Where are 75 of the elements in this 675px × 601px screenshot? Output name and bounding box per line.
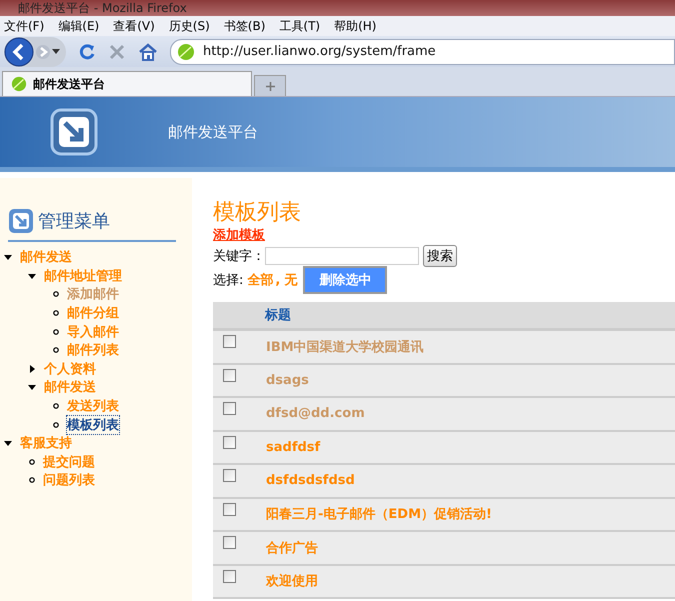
select-all-link[interactable]: 全部	[247, 271, 274, 289]
menu-link[interactable]: 提交问题	[43, 452, 95, 471]
expanded-triangle-icon[interactable]	[4, 439, 12, 448]
template-title-link[interactable]: dfsd@dd.com	[266, 406, 365, 422]
new-tab-button[interactable]	[254, 75, 286, 96]
menu-item[interactable]: 编辑(E)	[58, 18, 100, 34]
collapsed-triangle-icon[interactable]	[28, 364, 36, 373]
bullet-icon	[29, 458, 35, 465]
banner-title: 邮件发送平台	[168, 122, 258, 142]
menu-link[interactable]: 导入邮件	[67, 322, 119, 341]
arrow-square-icon	[50, 108, 98, 156]
menu-link[interactable]: 邮件列表	[67, 341, 119, 360]
row-checkbox[interactable]	[223, 469, 236, 482]
row-checkbox[interactable]	[223, 570, 236, 583]
row-checkbox[interactable]	[223, 368, 236, 382]
row-checkbox[interactable]	[223, 335, 236, 348]
plus-icon[interactable]	[266, 82, 274, 90]
lime-icon	[177, 42, 195, 60]
row-checkbox[interactable]	[223, 402, 236, 416]
lime-icon	[11, 76, 27, 92]
bullet-icon	[53, 403, 59, 410]
keyword-input[interactable]	[265, 247, 419, 265]
expanded-triangle-icon[interactable]	[28, 272, 36, 280]
menu-link[interactable]: 邮件地址管理	[44, 266, 122, 285]
sidebar-title: 管理菜单	[38, 210, 110, 233]
browser-tab[interactable]: 邮件发送平台	[2, 71, 252, 96]
bullet-icon	[29, 477, 35, 484]
search-button[interactable]: 搜索	[423, 245, 457, 267]
back-forward-control[interactable]	[4, 36, 66, 66]
expanded-triangle-icon[interactable]	[28, 383, 36, 392]
menu-link[interactable]: 客服支持	[20, 434, 72, 452]
select-label: 选择:	[213, 272, 244, 289]
menu-link[interactable]: 个人资料	[44, 360, 96, 378]
template-title-link[interactable]: 欢迎使用	[266, 572, 318, 590]
bullet-icon	[53, 328, 59, 335]
menu-item[interactable]: 书签(B)	[224, 18, 266, 34]
expanded-triangle-icon[interactable]	[4, 253, 12, 262]
menu-link[interactable]: 模板列表	[67, 416, 119, 434]
page-title: 模板列表	[213, 200, 302, 226]
menu-link[interactable]: 邮件发送	[44, 378, 96, 396]
menu-link[interactable]: 添加邮件	[67, 285, 119, 304]
keyword-label: 关键字：	[213, 248, 265, 265]
row-checkbox[interactable]	[223, 536, 236, 550]
menu-item[interactable]: 帮助(H)	[334, 18, 376, 34]
template-title-link[interactable]: dsags	[266, 372, 309, 388]
menu-link[interactable]: 问题列表	[43, 471, 95, 490]
bullet-icon	[53, 347, 59, 354]
template-title-link[interactable]: 合作广告	[266, 538, 318, 557]
address-field[interactable]: http://user.lianwo.org/system/frame	[170, 38, 675, 64]
menu-link[interactable]: 邮件分组	[67, 304, 119, 322]
bullet-icon	[53, 310, 59, 316]
dropdown-caret-icon[interactable]	[52, 48, 60, 54]
row-checkbox[interactable]	[223, 436, 236, 449]
row-checkbox[interactable]	[223, 502, 236, 516]
menu-item[interactable]: 查看(V)	[113, 18, 155, 34]
menu-item[interactable]: 历史(S)	[168, 18, 210, 34]
menu-link[interactable]: 发送列表	[67, 397, 119, 416]
window-title: 邮件发送平台 - Mozilla Firefox	[0, 0, 675, 16]
template-title-link[interactable]: IBM中国渠道大学校园通讯	[266, 338, 424, 356]
home-icon[interactable]	[138, 42, 158, 60]
bullet-icon	[53, 291, 59, 298]
template-title-link[interactable]: 阳春三月-电子邮件（EDM）促销活动!	[266, 505, 492, 524]
reload-icon[interactable]	[78, 42, 96, 60]
template-title-link[interactable]: dsfdsdsfdsd	[266, 473, 355, 488]
arrow-square-icon	[8, 208, 34, 234]
menu-item[interactable]: 工具(T)	[279, 18, 320, 34]
delete-selected-button[interactable]: 删除选中	[303, 266, 388, 294]
add-template-link[interactable]: 添加模板	[213, 228, 265, 243]
bullet-icon	[53, 422, 59, 428]
separator: ,	[275, 272, 280, 288]
menu-item[interactable]: 文件(F)	[4, 18, 44, 34]
select-none-link[interactable]: 无	[284, 271, 298, 289]
menu-link[interactable]: 邮件发送	[20, 248, 72, 266]
template-title-link[interactable]: sadfdsf	[266, 440, 320, 455]
column-header: 标题	[265, 307, 291, 324]
